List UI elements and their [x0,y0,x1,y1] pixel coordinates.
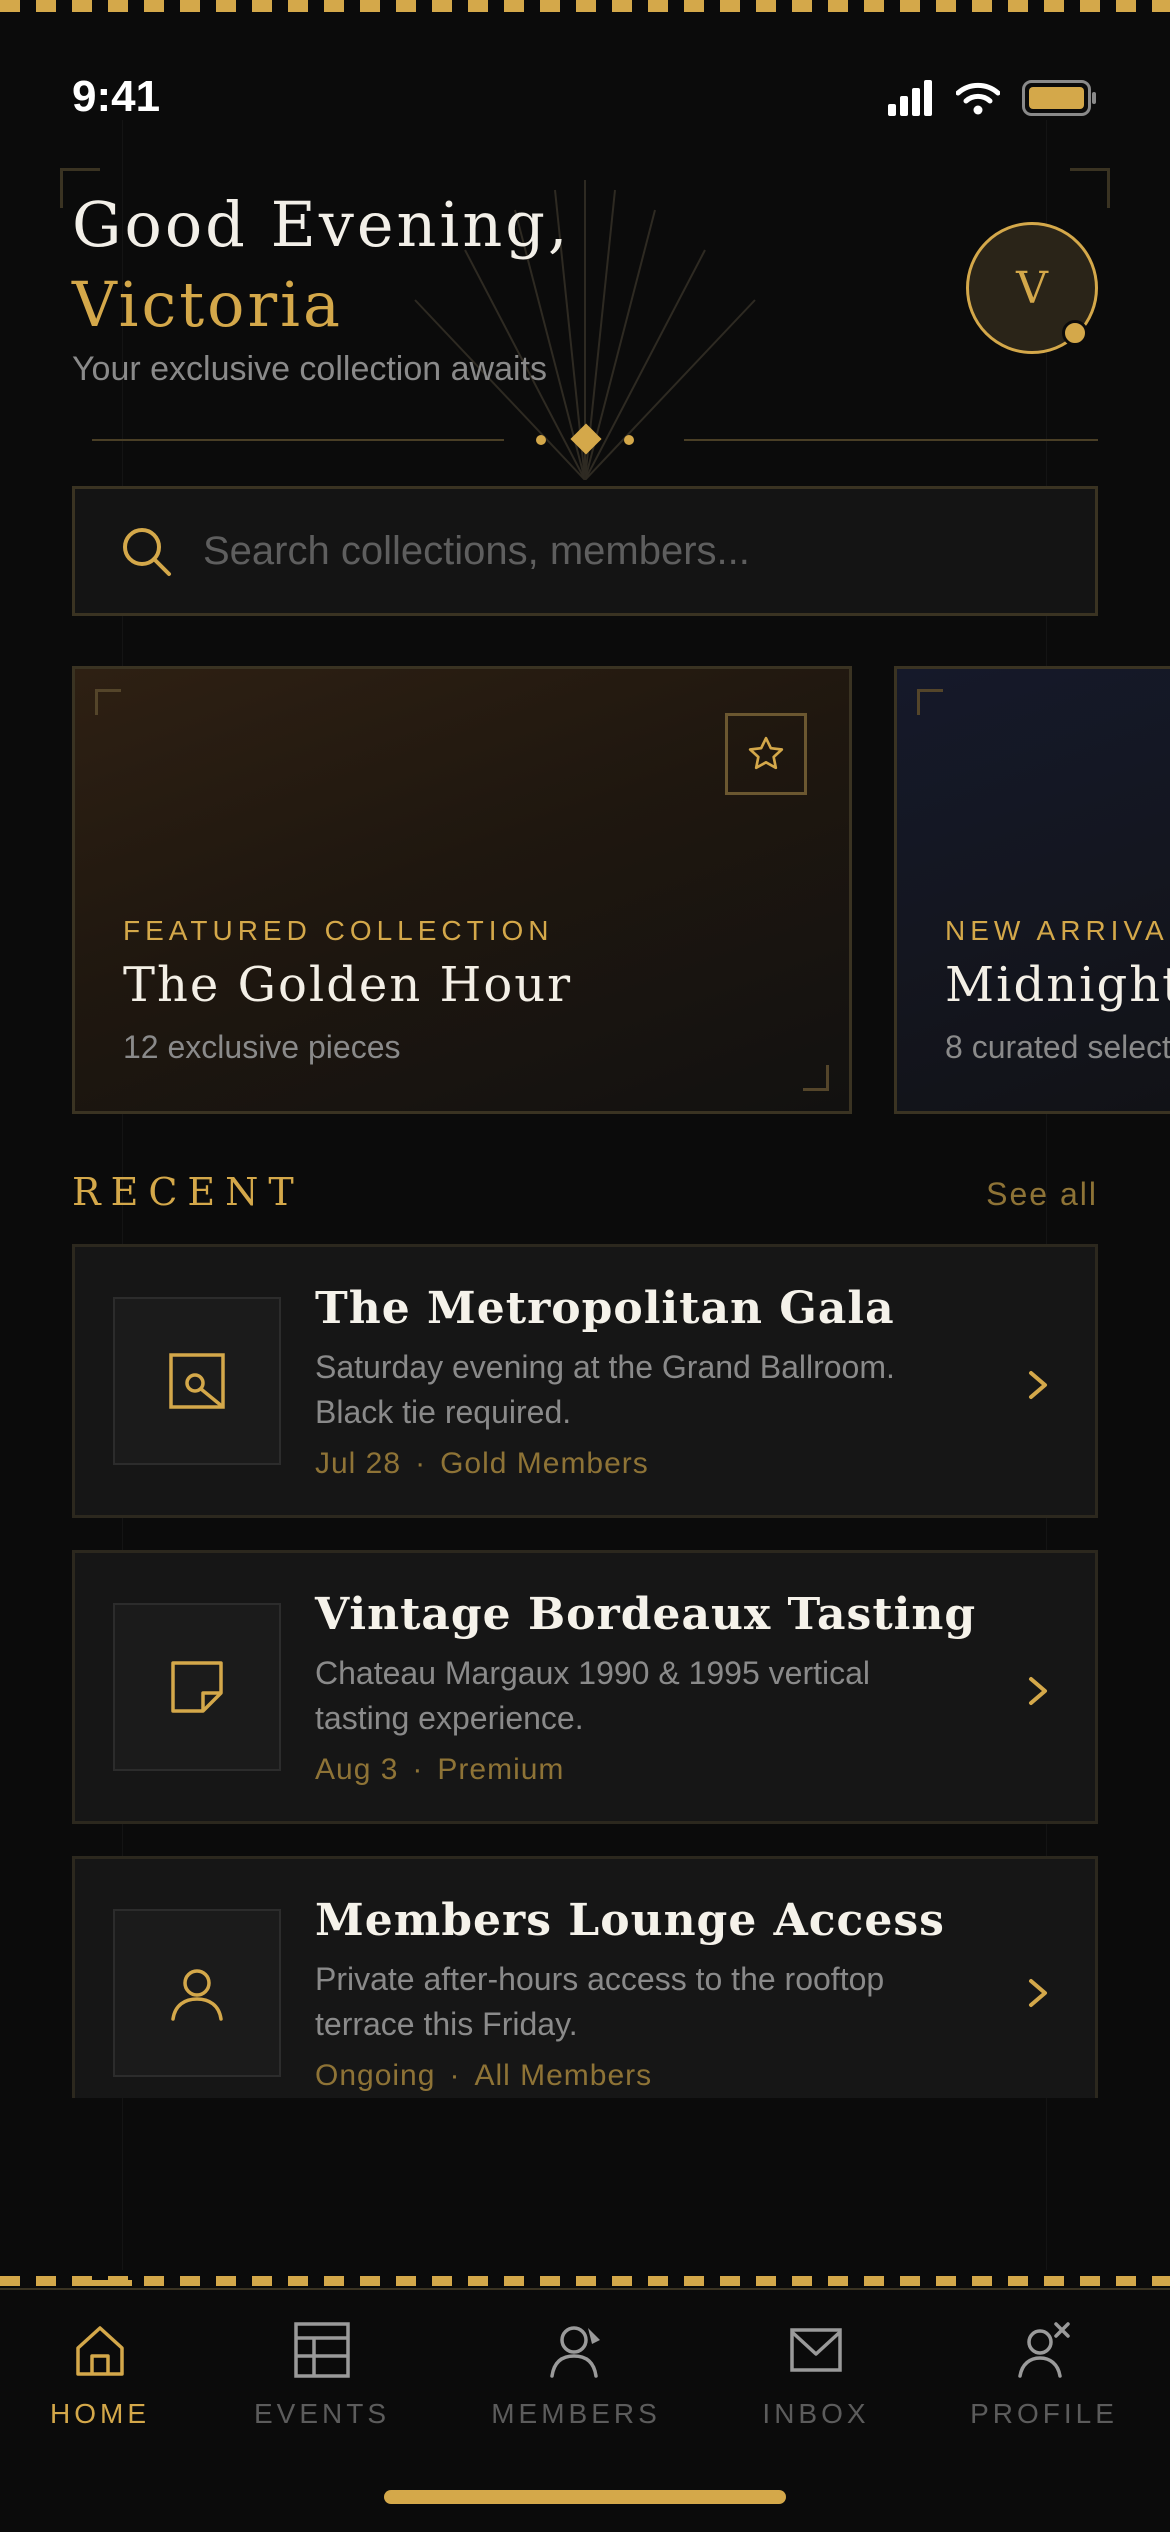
chevron-right-icon [1029,1979,1047,2007]
divider-dot [536,435,546,445]
item-title: The Metropolitan Gala [315,1283,895,1334]
status-icons [888,80,1098,116]
battery-icon [1022,80,1096,116]
nav-label: PROFILE [970,2398,1118,2429]
star-icon [748,736,784,770]
greeting-text: Good Evening, [72,188,571,261]
greeting-subtitle: Your exclusive collection awaits [72,350,547,388]
card-corner [95,689,121,715]
nav-label: INBOX [762,2398,870,2429]
item-date: Ongoing [315,2059,436,2092]
item-description: Private after-hours access to the roofto… [315,1961,885,2042]
card-eyebrow: NEW ARRIVALS [945,915,1170,946]
section-title: RECENT [72,1170,304,1214]
item-meta: Aug 3 · Premium [315,1753,564,1787]
list-item[interactable]: Vintage Bordeaux Tasting Chateau Margaux… [72,1550,1098,1824]
signal-icon [888,80,932,116]
list-item[interactable]: Members Lounge Access Private after-hour… [72,1856,1098,2098]
nav-label: MEMBERS [491,2398,661,2429]
calendar-grid-icon [294,2322,350,2378]
status-time: 9:41 [72,72,161,121]
item-audience: Premium [437,1753,565,1786]
home-indicator[interactable] [384,2490,786,2504]
nav-profile[interactable]: PROFILE [934,2320,1154,2430]
item-meta: Jul 28 · Gold Members [315,1447,649,1481]
card-title: Midnight [945,957,1170,1013]
item-thumbnail [113,1603,281,1771]
item-description: Chateau Margaux 1990 & 1995 vertical tas… [315,1655,871,1736]
nav-home[interactable]: HOME [0,2320,210,2430]
item-audience: Gold Members [440,1447,649,1480]
item-title: Members Lounge Access [315,1895,945,1946]
list-item[interactable]: The Metropolitan Gala Saturday evening a… [72,1244,1098,1518]
divider-line [684,439,1098,441]
item-thumbnail [113,1297,281,1465]
featured-card[interactable]: NEW ARRIVALS Midnight 8 curated selectio… [894,666,1170,1114]
meta-separator: · [412,1753,424,1786]
person-icon [171,1969,223,2021]
item-audience: All Members [474,2059,653,2092]
item-description: Saturday evening at the Grand Ballroom. … [315,1349,895,1430]
item-title: Vintage Bordeaux Tasting [315,1589,977,1640]
wifi-icon [956,82,1000,115]
card-corner [917,689,943,715]
nav-inbox[interactable]: INBOX [706,2320,926,2430]
card-subtitle: 8 curated selections [945,1029,1170,1065]
nav-events[interactable]: EVENTS [212,2320,432,2430]
search-placeholder: Search collections, members... [203,528,750,573]
user-name: Victoria [72,268,343,341]
favorite-button[interactable] [725,713,807,795]
frame-corner [1070,168,1110,208]
search-input[interactable]: Search collections, members... [72,486,1098,616]
active-tab-indicator [72,2280,132,2286]
item-date: Jul 28 [315,1447,402,1480]
online-status-dot [1062,320,1088,346]
divider-line [92,439,504,441]
featured-card[interactable]: FEATURED COLLECTION The Golden Hour 12 e… [72,666,852,1114]
item-thumbnail [113,1909,281,2077]
chevron-right-icon [1029,1371,1047,1399]
card-subtitle: 12 exclusive pieces [123,1029,401,1065]
mail-icon [790,2328,842,2372]
see-all-link[interactable]: See all [986,1176,1098,1213]
item-date: Aug 3 [315,1753,399,1786]
note-icon [171,1661,223,1713]
nav-members[interactable]: MEMBERS [466,2320,686,2430]
bottom-nav: HOME EVENTS MEMBERS INBOX PROFILE [0,2290,1170,2490]
search-icon [123,528,171,576]
members-icon [550,2326,600,2378]
chevron-right-icon [1029,1677,1047,1705]
card-eyebrow: FEATURED COLLECTION [123,915,554,946]
divider-dot [624,435,634,445]
profile-icon [1018,2322,1070,2378]
top-decorative-border [0,0,1170,12]
nav-label: HOME [50,2398,150,2429]
item-meta: Ongoing · All Members [315,2059,652,2093]
meta-separator: · [449,2059,461,2092]
avatar-initial: V [1016,262,1048,314]
nav-label: EVENTS [253,2398,391,2429]
meta-separator: · [415,1447,427,1480]
card-title: The Golden Hour [123,957,573,1013]
bottom-decorative-border [0,2276,1170,2286]
card-corner [803,1065,829,1091]
home-icon [76,2326,124,2376]
image-icon [169,1353,225,1409]
